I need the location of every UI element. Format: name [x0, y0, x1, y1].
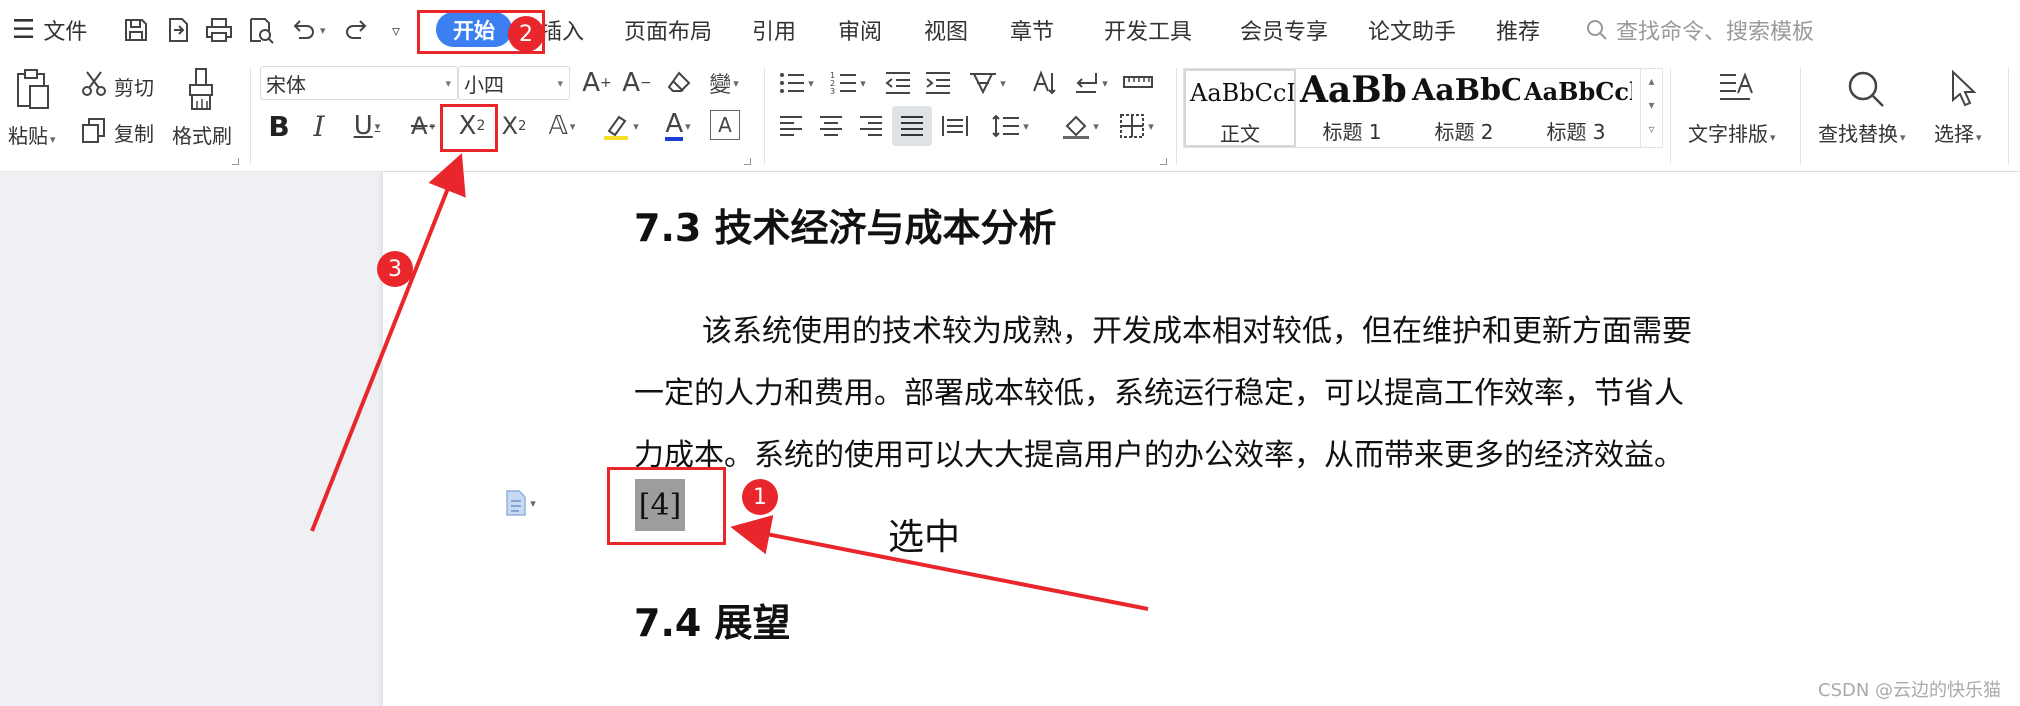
- step-badge-3: 3: [377, 251, 413, 287]
- annotation-arrows: [310, 153, 1149, 611]
- step-badge-2: 2: [508, 16, 544, 52]
- annotation-arrow-1: [730, 515, 1149, 611]
- step-badge-1: 1: [742, 479, 778, 515]
- annotation-arrow-3: [310, 153, 466, 532]
